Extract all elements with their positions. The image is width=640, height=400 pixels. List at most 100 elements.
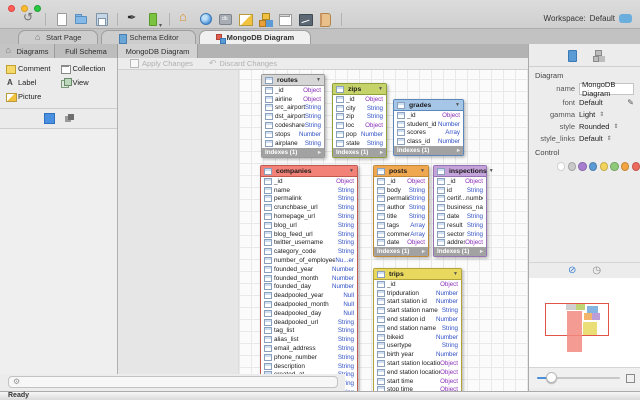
- field-row[interactable]: business_name: [434, 203, 486, 212]
- open-folder-icon[interactable]: [74, 12, 89, 26]
- field-row[interactable]: _idObject: [434, 177, 486, 186]
- field-row[interactable]: crunchbase_urlString: [261, 203, 357, 212]
- gear-icon[interactable]: ⚙: [13, 378, 20, 386]
- field-row[interactable]: zipString: [333, 113, 386, 122]
- field-row[interactable]: end station locationObject: [374, 368, 461, 377]
- find-icon[interactable]: [198, 12, 213, 26]
- palette-color-7[interactable]: [632, 162, 640, 171]
- field-row[interactable]: resultString: [434, 221, 486, 230]
- entity-grades[interactable]: grades▼_idObjectstudent_idNumberscoresAr…: [393, 99, 464, 156]
- field-row[interactable]: tripdurationNumber: [374, 289, 461, 298]
- field-row[interactable]: stopsNumber: [262, 130, 324, 139]
- field-row[interactable]: birth yearNumber: [374, 350, 461, 359]
- field-row[interactable]: phone_numberString: [261, 353, 357, 362]
- fit-to-screen-icon[interactable]: [626, 374, 635, 383]
- field-row[interactable]: sectorString: [434, 230, 486, 239]
- field-row[interactable]: deadpooled_monthNull: [261, 300, 357, 309]
- schema-properties-tab-icon[interactable]: [593, 49, 603, 61]
- entity-companies[interactable]: companies▼_idObjectnameStringpermalinkSt…: [260, 165, 358, 392]
- entity-trips[interactable]: trips▼_idObjecttripdurationNumberstart s…: [373, 268, 462, 392]
- field-row[interactable]: dateObject: [374, 239, 428, 248]
- field-row[interactable]: usertypeString: [374, 342, 461, 351]
- field-row[interactable]: _idObject: [262, 86, 324, 95]
- compass-icon[interactable]: ⊘: [568, 266, 576, 276]
- field-row[interactable]: nameString: [261, 186, 357, 195]
- discard-changes-button[interactable]: ↶ Discard Changes: [209, 59, 277, 68]
- window-icon[interactable]: [278, 12, 293, 26]
- stencil-view[interactable]: View: [61, 78, 116, 87]
- field-row[interactable]: start station locationObject: [374, 359, 461, 368]
- chat-bubble-icon[interactable]: [619, 14, 632, 23]
- field-row[interactable]: cityString: [333, 104, 386, 113]
- entity-header[interactable]: inspections▼: [434, 166, 486, 177]
- field-row[interactable]: scoresArray: [394, 129, 463, 138]
- field-row[interactable]: tagsArray: [374, 221, 428, 230]
- tab-schema-editor[interactable]: Schema Editor: [101, 30, 195, 44]
- field-row[interactable]: student_idNumber: [394, 120, 463, 129]
- chevron-down-icon[interactable]: ▼: [378, 86, 383, 92]
- field-row[interactable]: twitter_usernameString: [261, 239, 357, 248]
- stepper-icon[interactable]: ⇕: [607, 135, 612, 142]
- stencil-collection[interactable]: Collection: [61, 64, 116, 73]
- chevron-down-icon[interactable]: ▼: [316, 77, 321, 83]
- chevron-down-icon[interactable]: ▼: [349, 168, 354, 174]
- edit-pencil-icon[interactable]: ✎: [627, 98, 634, 107]
- palette-color-2[interactable]: [578, 162, 586, 171]
- color-swatch-icon[interactable]: [44, 113, 55, 124]
- document-properties-tab-icon[interactable]: [567, 49, 577, 61]
- stepper-icon[interactable]: ⇕: [613, 123, 618, 130]
- field-row[interactable]: start station idNumber: [374, 298, 461, 307]
- entity-zips[interactable]: zips▼_idObjectcityStringzipStringlocObje…: [332, 83, 387, 158]
- style_links-value[interactable]: Default: [579, 134, 603, 143]
- field-row[interactable]: email_addressString: [261, 344, 357, 353]
- field-row[interactable]: alias_listString: [261, 335, 357, 344]
- tab-diagram-editor[interactable]: MongoDB Diagram: [118, 44, 198, 58]
- field-row[interactable]: descriptionString: [261, 362, 357, 371]
- field-row[interactable]: number_of_employeesNu...er: [261, 256, 357, 265]
- chevron-down-icon[interactable]: ▼: [420, 168, 425, 174]
- minimap[interactable]: [529, 278, 640, 368]
- fill-tool-icon[interactable]: [146, 12, 161, 26]
- field-row[interactable]: authorString: [374, 203, 428, 212]
- field-row[interactable]: airlineObject: [262, 95, 324, 104]
- chevron-down-icon[interactable]: ▼: [489, 168, 494, 174]
- palette-color-3[interactable]: [589, 162, 597, 171]
- field-row[interactable]: locObject: [333, 121, 386, 130]
- diagram-canvas[interactable]: routes▼_idObjectairlineObjectsrc_airport…: [118, 70, 528, 392]
- entity-header[interactable]: grades▼: [394, 100, 463, 111]
- field-row[interactable]: deadpooled_urlString: [261, 318, 357, 327]
- field-row[interactable]: bodyString: [374, 186, 428, 195]
- palette-color-0[interactable]: [557, 162, 565, 171]
- indexes-footer[interactable]: Indexes (1)▸: [394, 146, 463, 155]
- palette-color-6[interactable]: [621, 162, 629, 171]
- field-row[interactable]: founded_dayNumber: [261, 283, 357, 292]
- field-row[interactable]: founded_yearNumber: [261, 265, 357, 274]
- hierarchy-icon[interactable]: [258, 12, 273, 26]
- undo-icon[interactable]: [22, 12, 37, 26]
- field-row[interactable]: class_idNumber: [394, 137, 463, 146]
- field-row[interactable]: tag_listString: [261, 327, 357, 336]
- field-row[interactable]: addressObject: [434, 239, 486, 248]
- field-row[interactable]: deadpooled_yearNull: [261, 291, 357, 300]
- home-icon[interactable]: [178, 12, 193, 26]
- field-row[interactable]: blog_urlString: [261, 221, 357, 230]
- field-row[interactable]: _idObject: [374, 177, 428, 186]
- field-row[interactable]: _idObject: [374, 280, 461, 289]
- field-row[interactable]: permalinkString: [374, 195, 428, 204]
- palette-color-1[interactable]: [568, 162, 576, 171]
- field-row[interactable]: _idObject: [261, 177, 357, 186]
- field-row[interactable]: deadpooled_dayNull: [261, 309, 357, 318]
- field-row[interactable]: bikeidNumber: [374, 333, 461, 342]
- entity-header[interactable]: routes▼: [262, 75, 324, 86]
- field-row[interactable]: titleString: [374, 212, 428, 221]
- chevron-down-icon[interactable]: ▼: [453, 271, 458, 277]
- entity-header[interactable]: zips▼: [333, 84, 386, 95]
- database-icon[interactable]: [218, 12, 233, 26]
- close-window-button[interactable]: [8, 5, 15, 12]
- field-row[interactable]: blog_feed_urlString: [261, 230, 357, 239]
- stencil-picture[interactable]: Picture: [6, 92, 61, 101]
- stencil-comment[interactable]: Comment: [6, 64, 61, 73]
- field-row[interactable]: idString: [434, 186, 486, 195]
- tab-full-schema[interactable]: Full Schema: [55, 44, 118, 58]
- clock-icon[interactable]: ◷: [592, 266, 601, 276]
